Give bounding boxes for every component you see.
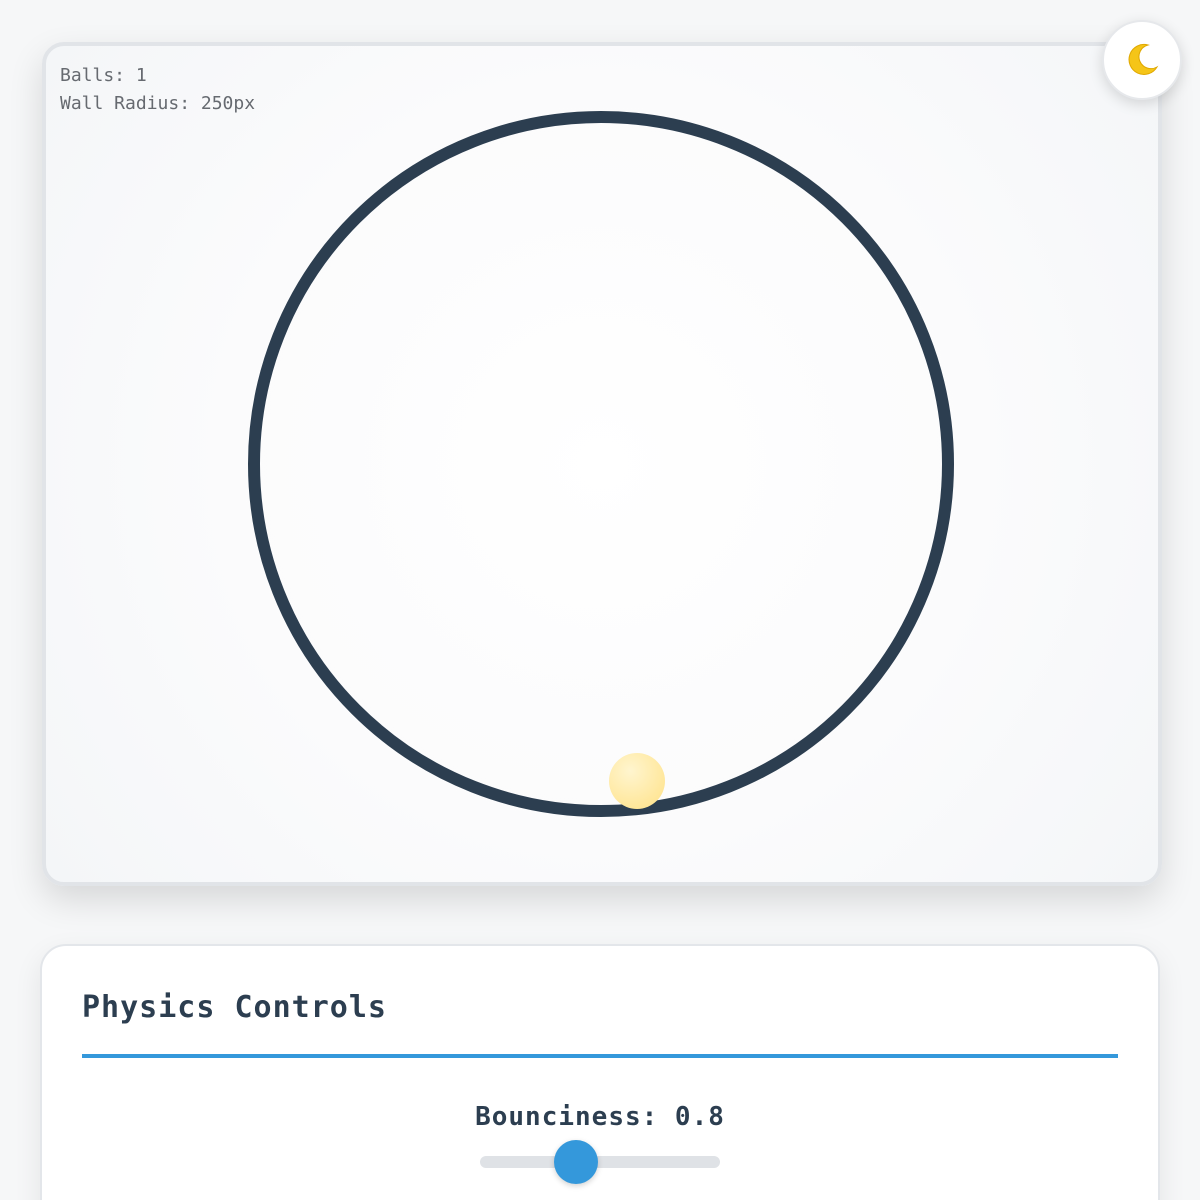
bounciness-slider[interactable] [480, 1140, 720, 1184]
physics-controls-panel: Physics Controls Bounciness: 0.8 [40, 944, 1160, 1200]
moon-icon [1128, 43, 1159, 75]
title-divider [82, 1054, 1118, 1058]
circular-wall [248, 111, 954, 817]
stats-overlay: Balls: 1 Wall Radius: 250px [60, 62, 255, 118]
ball [609, 753, 665, 809]
bounciness-slider-thumb[interactable] [554, 1140, 598, 1184]
simulation-canvas[interactable]: Balls: 1 Wall Radius: 250px [42, 42, 1162, 886]
balls-count: Balls: 1 [60, 65, 147, 86]
simulation-svg [248, 111, 954, 817]
controls-title: Physics Controls [82, 990, 387, 1025]
wall-radius-readout: Wall Radius: 250px [60, 93, 256, 114]
theme-toggle-button[interactable] [1102, 20, 1182, 100]
bounciness-label: Bounciness: 0.8 [475, 1102, 725, 1132]
app-page: Balls: 1 Wall Radius: 250px Physics Cont… [0, 0, 1200, 1200]
